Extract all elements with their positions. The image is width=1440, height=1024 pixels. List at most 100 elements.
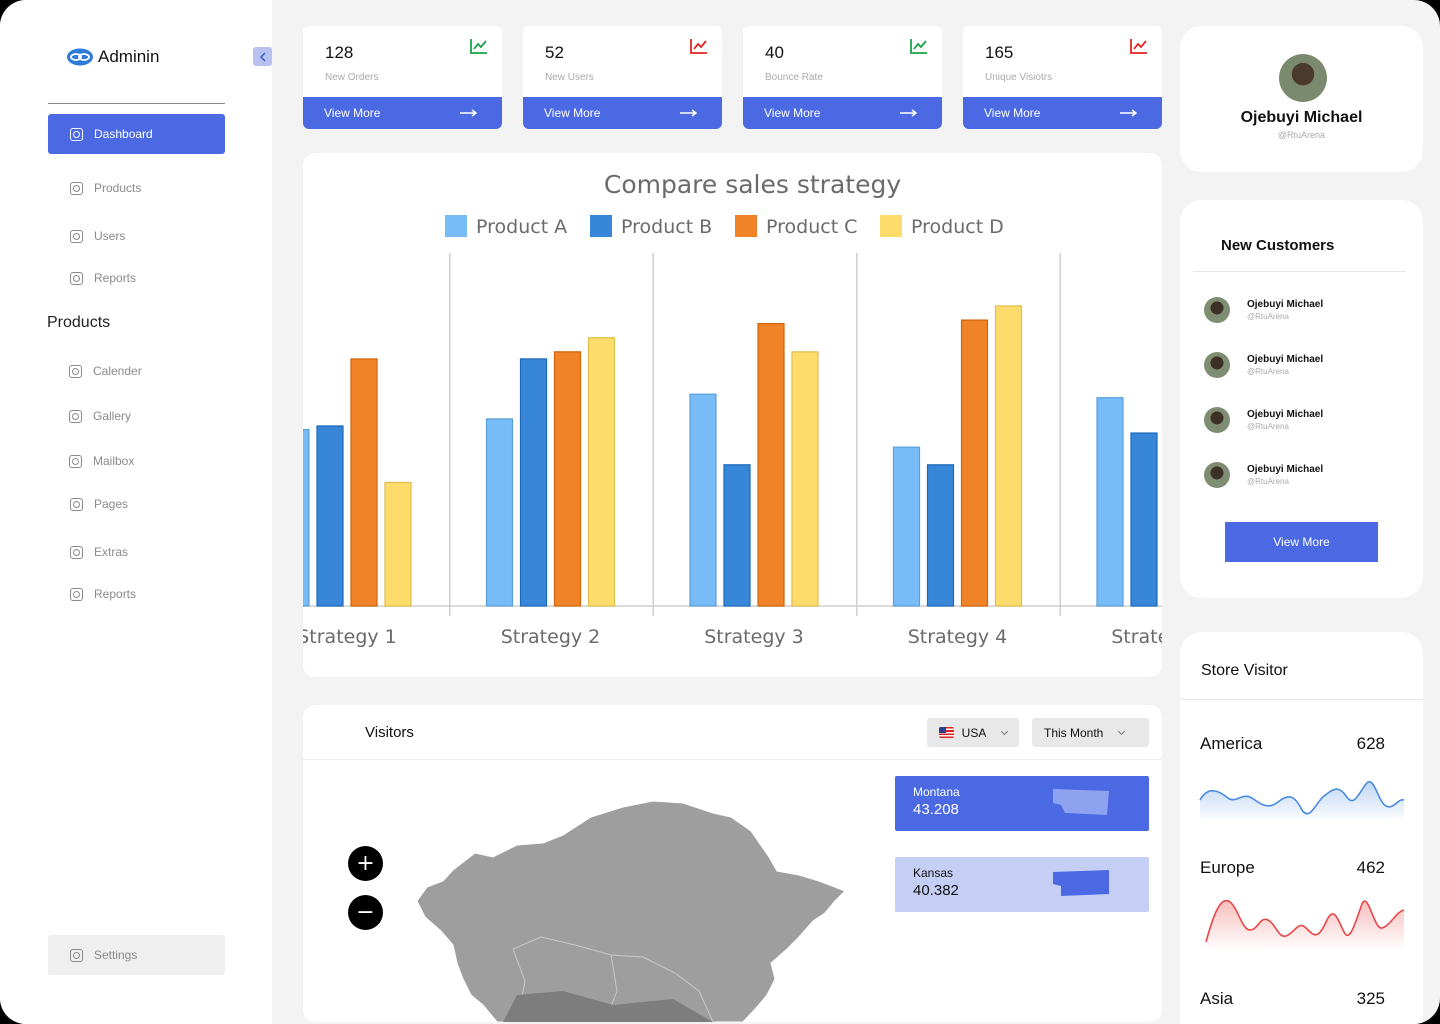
stat-label: Bounce Rate (765, 72, 823, 83)
chart-title: Compare sales strategy (604, 170, 901, 199)
period-value: This Month (1044, 725, 1104, 740)
usa-flag-icon (939, 727, 954, 738)
sidebar-item-extras[interactable]: Extras (48, 532, 225, 572)
x-tick-label: Strategy 3 (704, 626, 804, 648)
store-visitor-panel: Store Visitor America 628 Europe 462 Asi… (1180, 632, 1423, 1024)
sidebar-item-reports[interactable]: Reports (48, 258, 225, 298)
region-card-kansas[interactable]: Kansas 40.382 (895, 857, 1149, 912)
chart-bar (1130, 432, 1158, 607)
visitors-title: Visitors (365, 724, 414, 741)
trend-up-icon (690, 39, 707, 54)
country-value: USA (961, 725, 987, 740)
collapse-sidebar-button[interactable] (253, 47, 272, 66)
sidebar-item-label: Products (94, 181, 142, 195)
gallery-icon (69, 409, 82, 423)
trend-up-icon (910, 39, 927, 54)
sidebar-item-label: Calender (93, 364, 142, 378)
button-label: View More (544, 106, 601, 120)
list-item[interactable]: Ojebuyi Michael @RtuArena (1204, 407, 1323, 433)
sidebar-item-reports-2[interactable]: Reports (48, 574, 225, 614)
zoom-in-button[interactable]: + (348, 846, 383, 881)
sidebar-item-calender[interactable]: Calender (47, 351, 224, 391)
chart-bar (994, 305, 1023, 607)
store-row-asia: Asia 325 (1200, 989, 1385, 1009)
bar-chart-svg: Compare sales strategy Product A Product B… (303, 170, 1162, 648)
sidebar-item-products[interactable]: Products (48, 168, 225, 208)
sidebar-item-gallery[interactable]: Gallery (47, 396, 224, 436)
chart-bar (316, 425, 344, 607)
view-more-button[interactable]: View More (963, 97, 1162, 129)
chart-bar (791, 351, 819, 607)
chevron-left-icon (259, 52, 265, 61)
visitors-map[interactable] (413, 795, 853, 1022)
store-row-america: America 628 (1200, 734, 1385, 754)
profile-handle: @RtuArena (1277, 130, 1326, 140)
new-customers-title: New Customers (1221, 237, 1335, 254)
profile-name: Ojebuyi Michael (1240, 109, 1363, 126)
sidebar-item-dashboard[interactable]: Dashboard (48, 114, 225, 154)
stat-value: 52 (545, 43, 564, 62)
avatar[interactable] (1279, 54, 1327, 102)
brand-name: Adminin (98, 47, 160, 66)
store-value: 462 (1356, 858, 1385, 877)
arrow-right-icon (1120, 109, 1138, 117)
view-more-button[interactable]: View More (523, 97, 722, 129)
chart-bar (587, 337, 616, 607)
legend-swatch (880, 215, 902, 237)
stat-value: 128 (325, 43, 354, 62)
list-item[interactable]: Ojebuyi Michael @RtuArena (1204, 352, 1323, 378)
customer-handle: @RtuArena (1247, 367, 1289, 376)
x-tick-label: Strategy 5 (1111, 626, 1162, 648)
sidebar-item-mailbox[interactable]: Mailbox (47, 441, 224, 481)
zoom-out-button[interactable]: − (348, 895, 383, 930)
region-card-montana[interactable]: Montana 43.208 (895, 776, 1149, 831)
view-more-button[interactable]: View More (303, 97, 502, 129)
country-select[interactable]: USA (927, 718, 1019, 747)
list-item[interactable]: Ojebuyi Michael @RtuArena (1204, 297, 1323, 323)
chart-bar (757, 323, 785, 607)
sidebar-item-users[interactable]: Users (48, 216, 225, 256)
period-select[interactable]: This Month (1032, 718, 1149, 747)
sidebar-item-label: Reports (94, 271, 137, 285)
stat-label: Unique Visiotrs (985, 72, 1053, 83)
mailbox-icon (69, 454, 82, 468)
europe-sparkline (1205, 899, 1405, 950)
chart-bar (689, 393, 717, 607)
list-item[interactable]: Ojebuyi Michael @RtuArena (1204, 462, 1323, 488)
chart-bar (303, 428, 310, 607)
stat-label: New Orders (325, 72, 379, 83)
dashboard-icon (70, 127, 83, 141)
brand-logo[interactable]: Adminin (66, 47, 159, 67)
chart-bar (485, 418, 514, 607)
stat-value: 40 (765, 43, 784, 62)
sidebar-item-settings[interactable]: Settings (48, 935, 225, 975)
legend-label: Product B (621, 216, 712, 238)
avatar (1204, 462, 1230, 488)
customers-view-more-button[interactable]: View More (1225, 522, 1378, 562)
calendar-icon (69, 364, 82, 378)
sidebar-item-label: Extras (94, 545, 129, 559)
new-customers-divider (1193, 271, 1406, 272)
customer-name: Ojebuyi Michael (1247, 299, 1324, 310)
customer-handle: @RtuArena (1247, 422, 1289, 431)
america-sparkline (1199, 781, 1405, 822)
sidebar-item-label: Pages (94, 497, 129, 511)
avatar (1204, 407, 1230, 433)
view-more-button[interactable]: View More (743, 97, 942, 129)
new-customers-panel: New Customers Ojebuyi Michael @RtuArena O… (1180, 200, 1423, 598)
legend-swatch (445, 215, 467, 237)
legend-swatch (735, 215, 757, 237)
chart-bar (553, 351, 582, 607)
customer-handle: @RtuArena (1247, 312, 1289, 321)
users-icon (70, 229, 83, 243)
sidebar-item-pages[interactable]: Pages (48, 484, 225, 524)
minus-icon: − (356, 900, 375, 925)
chart-bar (384, 481, 412, 607)
chart-bar (926, 464, 955, 607)
store-visitor-divider (1180, 699, 1423, 700)
legend-swatch (590, 215, 612, 237)
settings-icon (70, 948, 83, 962)
store-region: Asia (1200, 989, 1234, 1008)
sales-strategy-chart: Compare sales strategy Product A Product B… (303, 153, 1162, 677)
store-row-europe: Europe 462 (1200, 858, 1385, 878)
